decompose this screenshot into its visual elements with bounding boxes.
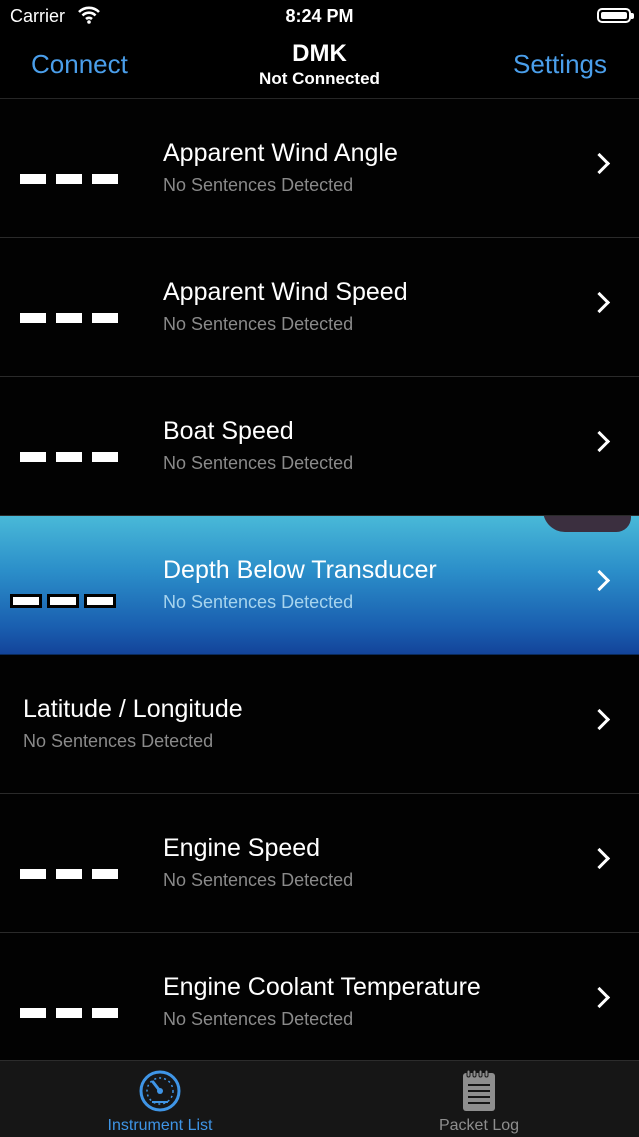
list-item-depth-below-transducer[interactable]: Depth Below Transducer No Sentences Dete… bbox=[0, 516, 639, 655]
row-title: Engine Coolant Temperature bbox=[163, 973, 481, 1001]
row-status: No Sentences Detected bbox=[163, 870, 354, 890]
background-image bbox=[543, 516, 631, 532]
tab-label: Packet Log bbox=[438, 1117, 520, 1134]
gauge-icon bbox=[138, 1069, 182, 1118]
settings-button[interactable]: Settings bbox=[513, 49, 607, 80]
value-placeholder bbox=[20, 452, 118, 462]
row-status: No Sentences Detected bbox=[23, 731, 214, 751]
value-placeholder bbox=[10, 594, 116, 608]
row-status: No Sentences Detected bbox=[163, 453, 354, 473]
chevron-right-icon bbox=[588, 291, 611, 314]
list-item-engine-coolant-temperature[interactable]: Engine Coolant Temperature No Sentences … bbox=[0, 933, 639, 1072]
row-status: No Sentences Detected bbox=[163, 592, 354, 612]
chevron-right-icon bbox=[588, 152, 611, 175]
list-item-engine-speed[interactable]: Engine Speed No Sentences Detected bbox=[0, 794, 639, 933]
tab-bar: Instrument List Packet Log bbox=[0, 1060, 639, 1137]
list-item-apparent-wind-speed[interactable]: Apparent Wind Speed No Sentences Detecte… bbox=[0, 238, 639, 377]
row-title: Engine Speed bbox=[163, 834, 321, 862]
value-placeholder bbox=[20, 869, 118, 879]
tab-packet-log[interactable]: Packet Log bbox=[319, 1061, 639, 1137]
clock: 8:24 PM bbox=[285, 6, 354, 26]
value-placeholder bbox=[20, 1008, 118, 1018]
row-title: Apparent Wind Speed bbox=[163, 278, 408, 306]
status-bar: Carrier 8:24 PM bbox=[0, 0, 639, 34]
list-item-apparent-wind-angle[interactable]: Apparent Wind Angle No Sentences Detecte… bbox=[0, 99, 639, 238]
chevron-right-icon bbox=[588, 986, 611, 1009]
notepad-icon bbox=[461, 1069, 497, 1118]
chevron-right-icon bbox=[588, 430, 611, 453]
list-item-latitude-longitude[interactable]: Latitude / Longitude No Sentences Detect… bbox=[0, 655, 639, 794]
instrument-list: Apparent Wind Angle No Sentences Detecte… bbox=[0, 99, 639, 1072]
row-title: Boat Speed bbox=[163, 417, 294, 445]
row-title: Depth Below Transducer bbox=[163, 556, 437, 584]
row-title: Apparent Wind Angle bbox=[163, 139, 398, 167]
chevron-right-icon bbox=[588, 569, 611, 592]
value-placeholder bbox=[20, 174, 118, 184]
row-title: Latitude / Longitude bbox=[23, 695, 243, 723]
row-status: No Sentences Detected bbox=[163, 175, 354, 195]
tab-instrument-list[interactable]: Instrument List bbox=[0, 1061, 320, 1137]
row-status: No Sentences Detected bbox=[163, 1009, 354, 1029]
battery-icon bbox=[597, 8, 634, 23]
tab-label: Instrument List bbox=[107, 1117, 213, 1134]
value-placeholder bbox=[20, 313, 118, 323]
list-item-boat-speed[interactable]: Boat Speed No Sentences Detected bbox=[0, 377, 639, 516]
navigation-bar: Connect DMK Not Connected Settings bbox=[0, 34, 639, 99]
row-status: No Sentences Detected bbox=[163, 314, 354, 334]
chevron-right-icon bbox=[588, 847, 611, 870]
chevron-right-icon bbox=[588, 708, 611, 731]
